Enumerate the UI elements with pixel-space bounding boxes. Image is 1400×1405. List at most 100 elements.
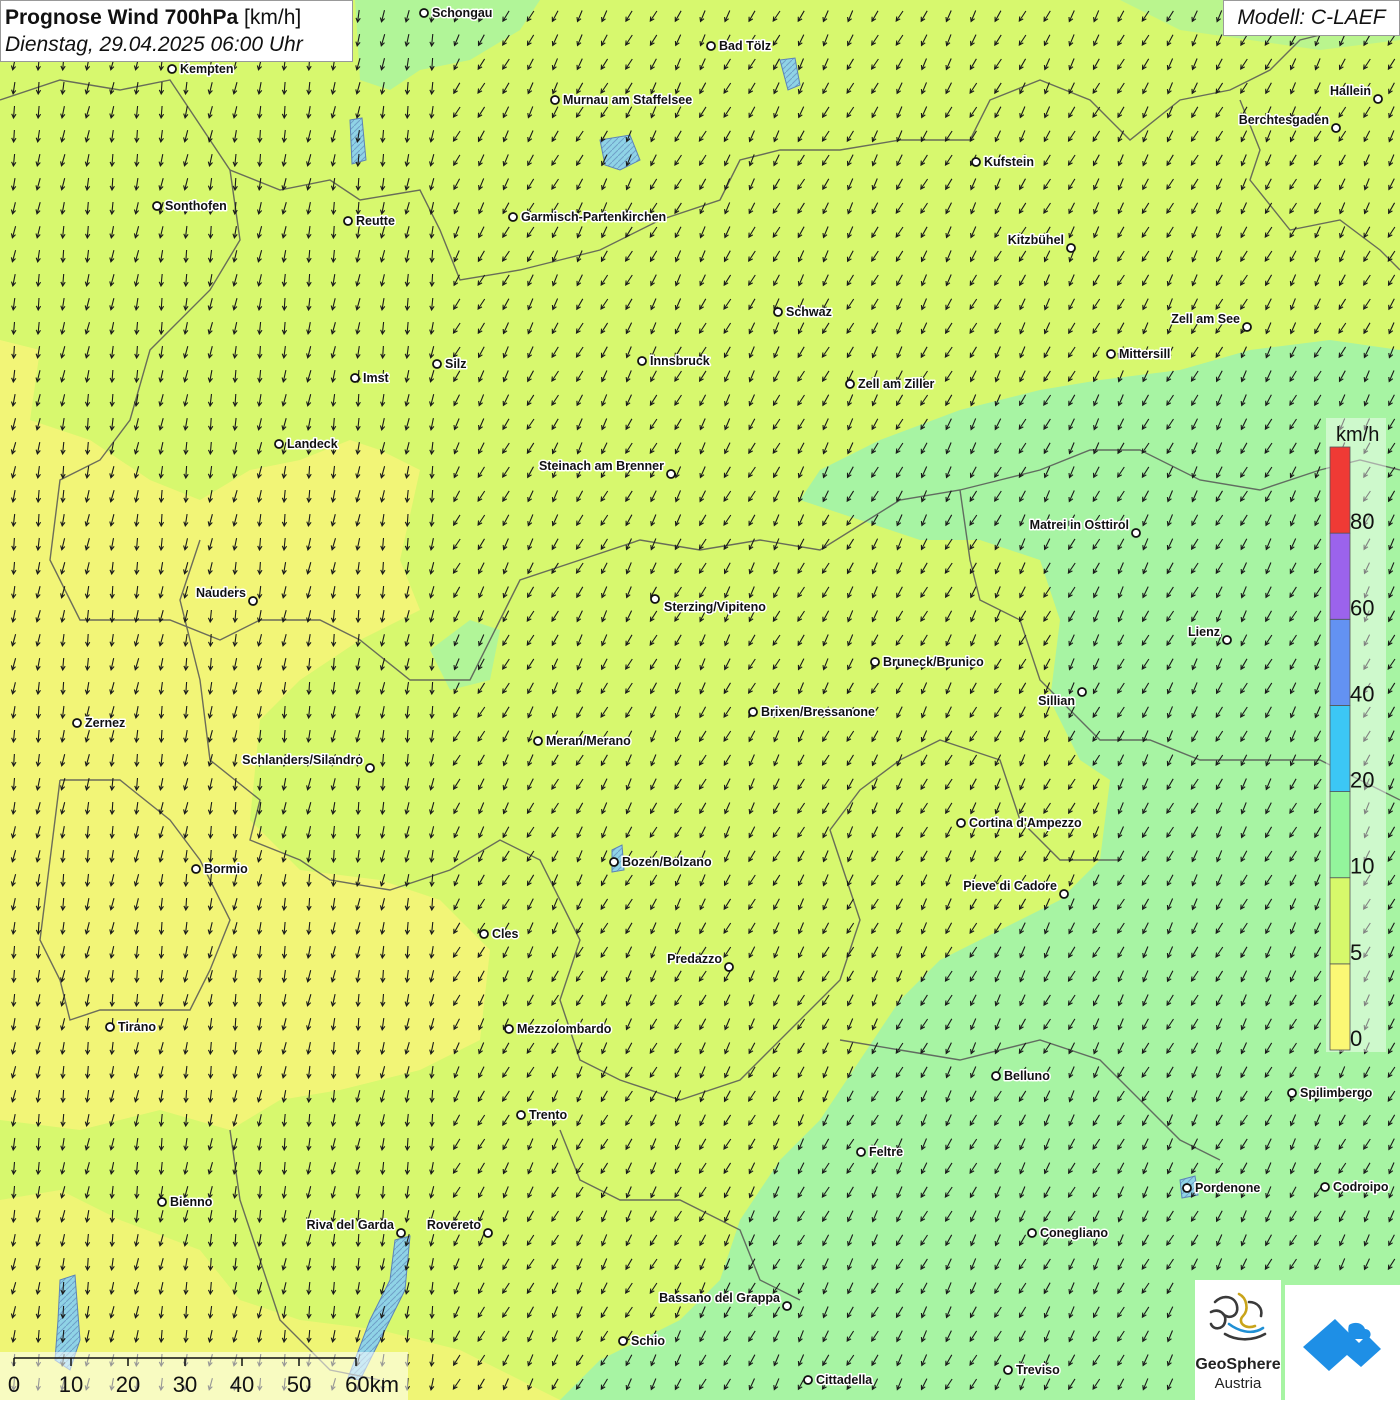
legend-label: 80 xyxy=(1350,509,1374,534)
legend-swatch xyxy=(1329,618,1351,706)
city-dot-icon xyxy=(1059,889,1069,899)
city-dot-icon xyxy=(1373,94,1383,104)
city-dot-icon xyxy=(1077,687,1087,697)
city-label: Meran/Merano xyxy=(546,734,631,748)
legend-swatch xyxy=(1329,791,1351,879)
city-label: Kempten xyxy=(180,62,233,76)
city-dot-icon xyxy=(618,1336,628,1346)
city-dot-icon xyxy=(1003,1365,1013,1375)
city-label: Bruneck/Brunico xyxy=(883,655,984,669)
city-dot-icon xyxy=(167,64,177,74)
city-label: Innsbruck xyxy=(650,354,710,368)
model-label: Modell: C-LAEF xyxy=(1223,0,1400,36)
city-marker[interactable]: Murnau am Staffelsee xyxy=(550,92,694,109)
city-label: Berchtesgaden xyxy=(1239,113,1329,127)
city-dot-icon xyxy=(516,1110,526,1120)
city-dot-icon xyxy=(1287,1088,1297,1098)
city-dot-icon xyxy=(1331,123,1341,133)
city-marker[interactable]: Mezzolombardo xyxy=(504,1021,613,1038)
city-dot-icon xyxy=(1066,243,1076,253)
legend-label: 5 xyxy=(1350,940,1362,965)
wind-forecast-map[interactable]: Schongau Bad Tölz Kempten Murnau am Staffel… xyxy=(0,0,1400,1400)
city-dot-icon xyxy=(609,857,619,867)
legend-unit: km/h xyxy=(1336,424,1379,446)
city-label: Schlanders/Silandro xyxy=(242,753,363,767)
city-dot-icon xyxy=(724,962,734,972)
city-marker[interactable]: Zell am Ziller xyxy=(845,376,936,393)
scale-label: 20 xyxy=(116,1372,140,1397)
scale-label: 50 xyxy=(287,1372,311,1397)
city-dot-icon xyxy=(343,216,353,226)
city-label: Cortina d'Ampezzo xyxy=(969,816,1082,830)
city-label: Zell am See xyxy=(1171,312,1240,326)
city-dot-icon xyxy=(1106,349,1116,359)
city-dot-icon xyxy=(856,1147,866,1157)
map-title: Prognose Wind 700hPa [km/h] xyxy=(5,4,348,31)
city-label: Matrei in Osttirol xyxy=(1030,518,1129,532)
legend-label: 20 xyxy=(1350,768,1374,793)
city-label: Kufstein xyxy=(984,155,1034,169)
city-dot-icon xyxy=(479,929,489,939)
city-label: Sterzing/Vipiteno xyxy=(664,600,766,614)
city-marker[interactable]: Sonthofen xyxy=(152,198,228,215)
city-dot-icon xyxy=(1320,1182,1330,1192)
city-label: Trento xyxy=(529,1108,568,1122)
legend-label: 40 xyxy=(1350,681,1374,706)
city-label: Landeck xyxy=(287,437,338,451)
city-label: Nauders xyxy=(196,586,246,600)
geosphere-logo[interactable]: GeoSphere Austria xyxy=(1195,1280,1281,1400)
city-dot-icon xyxy=(432,359,442,369)
map-title-text: Prognose Wind 700hPa xyxy=(5,6,239,29)
city-label: Bozen/Bolzano xyxy=(622,855,712,869)
city-marker[interactable]: Garmisch-Partenkirchen xyxy=(508,209,668,226)
city-dot-icon xyxy=(419,8,429,18)
city-label: Kitzbühel xyxy=(1008,233,1064,247)
geosphere-emblem-icon xyxy=(1209,1292,1267,1341)
scale-label: 0 xyxy=(8,1372,20,1397)
legend-label: 10 xyxy=(1350,854,1374,879)
app-logo[interactable] xyxy=(1285,1285,1400,1400)
city-label: Cles xyxy=(492,927,518,941)
legend-swatch xyxy=(1329,877,1351,965)
city-dot-icon xyxy=(533,736,543,746)
city-marker[interactable]: Bozen/Bolzano xyxy=(609,854,713,871)
city-label: Treviso xyxy=(1016,1363,1060,1377)
map-title-unit: [km/h] xyxy=(244,6,302,29)
scale-label: 40 xyxy=(230,1372,254,1397)
city-marker[interactable]: Bruneck/Brunico xyxy=(870,654,986,671)
city-label: Sonthofen xyxy=(165,199,227,213)
city-label: Spilimbergo xyxy=(1300,1086,1373,1100)
city-label: Garmisch-Partenkirchen xyxy=(521,210,666,224)
city-dot-icon xyxy=(72,718,82,728)
city-label: Murnau am Staffelsee xyxy=(563,93,692,107)
city-dot-icon xyxy=(1182,1183,1192,1193)
city-marker[interactable]: Meran/Merano xyxy=(533,733,633,750)
city-dot-icon xyxy=(483,1228,493,1238)
geosphere-logo-name: GeoSphere xyxy=(1195,1356,1281,1373)
city-label: Tirano xyxy=(118,1020,156,1034)
city-dot-icon xyxy=(782,1301,792,1311)
city-label: Zernez xyxy=(85,716,125,730)
city-label: Bassano del Grappa xyxy=(659,1291,781,1305)
city-marker[interactable]: Spilimbergo xyxy=(1287,1085,1374,1102)
city-label: Schwaz xyxy=(786,305,832,319)
legend-swatch xyxy=(1329,705,1351,792)
city-dot-icon xyxy=(1027,1228,1037,1238)
city-label: Reutte xyxy=(356,214,395,228)
city-label: Steinach am Brenner xyxy=(539,459,664,473)
city-dot-icon xyxy=(773,307,783,317)
city-label: Cittadella xyxy=(816,1373,873,1387)
city-marker[interactable]: Cortina d'Ampezzo xyxy=(956,815,1084,832)
city-dot-icon xyxy=(1131,528,1141,538)
city-dot-icon xyxy=(504,1024,514,1034)
city-label: Codroipo xyxy=(1333,1180,1389,1194)
city-dot-icon xyxy=(870,657,880,667)
city-marker[interactable]: Brixen/Bressanone xyxy=(748,704,876,721)
city-marker[interactable]: Conegliano xyxy=(1027,1225,1110,1242)
city-label: Mittersill xyxy=(1119,347,1170,361)
city-dot-icon xyxy=(845,379,855,389)
city-dot-icon xyxy=(350,373,360,383)
city-marker[interactable]: Pordenone xyxy=(1182,1180,1262,1197)
city-label: Mezzolombardo xyxy=(517,1022,612,1036)
city-dot-icon xyxy=(191,864,201,874)
